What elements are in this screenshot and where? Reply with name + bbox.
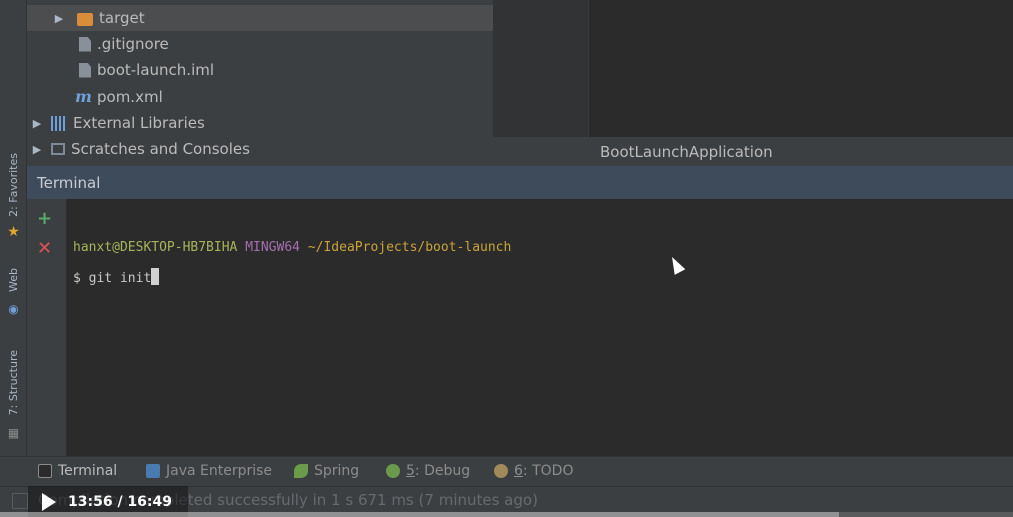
expand-arrow-icon[interactable]: ▶ — [31, 117, 43, 130]
scratch-icon — [51, 143, 65, 155]
tab-key: 5 — [406, 463, 415, 479]
add-terminal-icon[interactable]: + — [37, 209, 52, 229]
video-progress-bar[interactable] — [0, 512, 1013, 517]
tab-java-enterprise[interactable]: Java Enterprise — [146, 463, 272, 479]
tree-item-target[interactable]: ▶ target — [27, 5, 493, 31]
tab-label: Terminal — [58, 463, 118, 479]
command-prefix: $ — [73, 271, 81, 286]
tab-label: : Debug — [414, 463, 471, 479]
tab-label: : TODO — [522, 463, 574, 479]
debug-icon — [386, 464, 400, 478]
java-enterprise-icon — [146, 464, 160, 478]
tree-item-label: Scratches and Consoles — [71, 140, 250, 158]
tree-item-label: pom.xml — [97, 88, 163, 106]
tab-label: Java Enterprise — [166, 463, 273, 479]
favorites-tab-label: 2: Favorites — [7, 153, 20, 217]
editor-area[interactable]: BootLaunchApplication — [493, 0, 1013, 166]
terminal-icon — [38, 464, 52, 478]
tool-windows-toggle-icon[interactable] — [12, 493, 28, 509]
video-time: 13:56 / 16:49 — [68, 493, 172, 510]
file-icon — [79, 62, 91, 78]
maven-icon: m — [75, 87, 92, 106]
tab-key: 6 — [514, 463, 523, 479]
todo-icon — [494, 464, 508, 478]
file-icon — [79, 36, 91, 52]
structure-tab-label: 7: Structure — [7, 350, 20, 416]
tab-label: Spring — [314, 463, 360, 479]
favorites-tab[interactable]: 2: Favorites — [0, 145, 27, 225]
web-tab-label: Web — [7, 268, 20, 292]
tree-item-label: .gitignore — [97, 35, 169, 53]
terminal-output[interactable]: hanxt@DESKTOP-HB7BIHA MINGW64 ~/IdeaProj… — [67, 199, 1013, 456]
terminal-prompt-line: hanxt@DESKTOP-HB7BIHA MINGW64 ~/IdeaProj… — [73, 240, 511, 255]
terminal-toolbar: + ✕ — [27, 199, 67, 456]
terminal-command-line: $ git init — [73, 268, 160, 286]
tree-item-external-libraries[interactable]: ▶ External Libraries — [27, 110, 493, 136]
editor-gutter — [493, 0, 589, 137]
video-progress-fill — [0, 512, 839, 517]
run-config-label[interactable]: BootLaunchApplication — [600, 143, 773, 161]
terminal-command: git init — [88, 271, 152, 286]
tree-item-gitignore[interactable]: .gitignore — [27, 31, 493, 57]
expand-arrow-icon[interactable]: ▶ — [31, 143, 43, 156]
tab-todo[interactable]: 6: TODO — [494, 463, 573, 479]
tree-item-scratches[interactable]: ▶ Scratches and Consoles — [27, 136, 493, 162]
structure-icon: ▦ — [7, 426, 20, 440]
tab-debug[interactable]: 5: Debug — [386, 463, 470, 479]
web-tab[interactable]: Web — [0, 262, 27, 298]
tab-spring[interactable]: Spring — [294, 463, 359, 479]
project-tree: ▶ target .gitignore boot-launch.iml m po… — [27, 0, 493, 166]
tree-item-pom-xml[interactable]: m pom.xml — [27, 84, 493, 110]
web-icon: ◉ — [8, 302, 19, 316]
text-cursor — [151, 268, 160, 285]
prompt-shell: MINGW64 — [245, 240, 300, 255]
terminal-title: Terminal — [37, 174, 101, 192]
tree-item-label: target — [99, 9, 145, 27]
editor-breadcrumb-bar: BootLaunchApplication — [493, 137, 1013, 166]
expand-arrow-icon[interactable]: ▶ — [53, 12, 65, 25]
close-terminal-icon[interactable]: ✕ — [37, 239, 52, 259]
terminal-header: Terminal — [27, 166, 1013, 199]
bottom-tool-bar: Terminal Java Enterprise Spring 5: Debug… — [0, 456, 1013, 486]
library-icon — [51, 115, 67, 131]
prompt-user: hanxt@DESKTOP-HB7BIHA — [73, 240, 238, 255]
prompt-path: ~/IdeaProjects/boot-launch — [307, 240, 512, 255]
tree-item-label: External Libraries — [73, 114, 205, 132]
tree-item-label: boot-launch.iml — [97, 61, 215, 79]
structure-tab[interactable]: 7: Structure — [0, 342, 27, 424]
tree-item-boot-launch-iml[interactable]: boot-launch.iml — [27, 57, 493, 83]
left-tool-strip: 2: Favorites ★ Web ◉ 7: Structure ▦ — [0, 0, 27, 456]
play-icon[interactable] — [42, 492, 56, 511]
tab-terminal[interactable]: Terminal — [38, 463, 117, 479]
favorites-star-icon: ★ — [7, 224, 20, 240]
spring-icon — [294, 464, 308, 478]
folder-icon — [77, 12, 93, 26]
